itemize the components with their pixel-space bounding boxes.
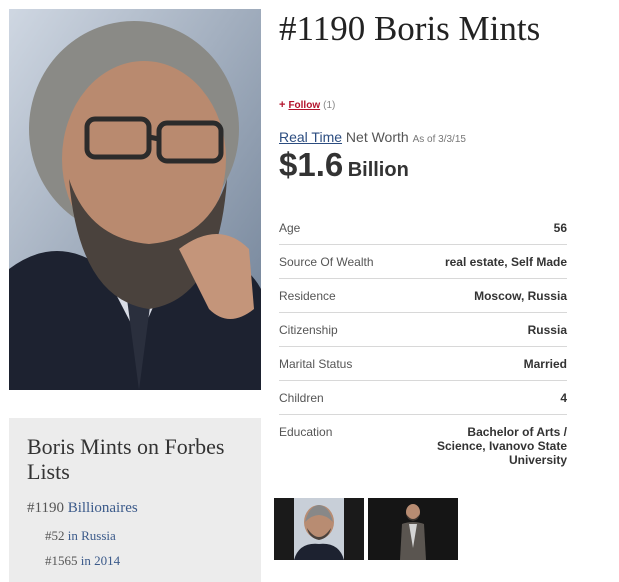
list-item-billionaires: #1190 Billionaires [27,500,138,517]
stat-row-marital: Marital Status Married [279,346,567,380]
stat-label: Children [279,391,324,405]
follow-row: + Follow (1) [279,99,335,111]
stat-label: Source Of Wealth [279,255,374,269]
stat-row-citizenship: Citizenship Russia [279,312,567,346]
stat-label: Citizenship [279,323,338,337]
stat-value: 4 [560,391,567,405]
list-rank: #1565 [45,553,78,568]
stat-row-children: Children 4 [279,380,567,414]
networth-value: $1.6 Billion [279,146,409,184]
asof-date: As of 3/3/15 [412,134,466,145]
list-link-billionaires[interactable]: Billionaires [68,500,138,516]
list-rank: #52 [45,528,65,543]
list-item-2014: #1565 in 2014 [45,553,120,569]
page-title: #1190 Boris Mints [279,9,541,48]
follow-count: (1) [323,99,336,111]
stat-row-residence: Residence Moscow, Russia [279,278,567,312]
thumbnail-photo-2[interactable] [368,498,458,560]
thumbnail-photo-1[interactable] [274,498,364,560]
stats-table: Age 56 Source Of Wealth real estate, Sel… [279,211,567,480]
profile-photo [9,9,261,390]
networth-unit: Billion [347,159,409,181]
list-item-russia: #52 in Russia [45,528,116,544]
stat-value: Moscow, Russia [474,289,567,303]
stat-label: Age [279,221,301,235]
networth-amount: $1.6 [279,146,344,183]
lists-title: Boris Mints on Forbes Lists [27,434,225,484]
plus-icon: + [279,99,286,111]
stat-label: Education [279,425,333,439]
stat-row-source: Source Of Wealth real estate, Self Made [279,244,567,278]
stat-label: Marital Status [279,357,353,371]
realtime-link[interactable]: Real Time [279,129,342,145]
stat-label: Residence [279,289,336,303]
stat-value: Bachelor of Arts / Science, Ivanovo Stat… [436,425,567,467]
stat-row-education: Education Bachelor of Arts / Science, Iv… [279,414,567,480]
list-rank: #1190 [27,500,64,516]
list-link-2014[interactable]: in 2014 [81,553,120,568]
follow-button[interactable]: Follow [288,100,320,111]
networth-label: Net Worth [345,129,409,145]
networth-heading: Real Time Net Worth As of 3/3/15 [279,129,466,145]
stat-row-age: Age 56 [279,211,567,244]
stat-value: real estate, Self Made [444,255,567,269]
stat-value: Married [523,357,567,371]
list-link-russia[interactable]: in Russia [68,528,116,543]
stat-value: 56 [553,221,567,235]
forbes-lists-panel: Boris Mints on Forbes Lists #1190 Billio… [9,418,261,582]
stat-value: Russia [527,323,567,337]
